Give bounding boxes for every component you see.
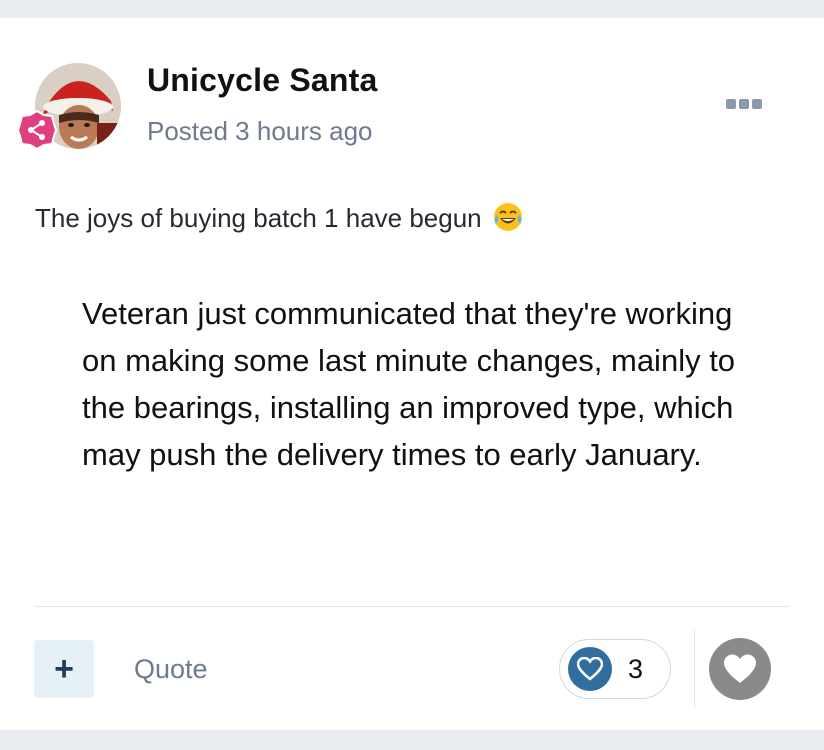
divider [34, 606, 790, 607]
quote-button[interactable]: Quote [134, 654, 208, 685]
laughing-tears-emoji-icon [493, 202, 523, 239]
post-card: Unicycle Santa Posted 3 hours ago The jo… [0, 18, 824, 730]
more-dot [752, 99, 762, 109]
heart-icon [568, 647, 612, 691]
post-body-text: The joys of buying batch 1 have begun [35, 203, 482, 233]
add-button[interactable]: + [34, 640, 94, 698]
heart-icon [724, 654, 756, 683]
author-name[interactable]: Unicycle Santa [147, 62, 377, 99]
reaction-count: 3 [628, 654, 644, 684]
more-options-icon[interactable] [726, 96, 768, 112]
more-dot [726, 99, 736, 109]
post-timestamp[interactable]: Posted 3 hours ago [147, 116, 373, 147]
reaction-summary[interactable]: 3 [559, 639, 671, 699]
divider-vertical [694, 630, 695, 708]
react-button[interactable] [709, 638, 771, 700]
more-dot [739, 99, 749, 109]
quoted-text: Veteran just communicated that they're w… [82, 296, 736, 472]
share-icon [16, 109, 58, 151]
post-body: The joys of buying batch 1 have begun [35, 202, 523, 239]
